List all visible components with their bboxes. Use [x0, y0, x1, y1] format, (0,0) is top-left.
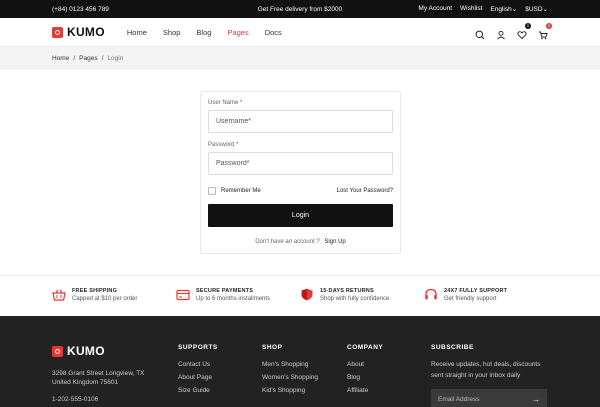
arrow-right-icon[interactable]: →	[532, 395, 540, 404]
nav-shop[interactable]: Shop	[163, 28, 181, 37]
feature-subtitle: Up to 6 months installments	[196, 295, 271, 302]
footer-column-title: SHOP	[262, 344, 283, 351]
chevron-down-icon: ⌄	[542, 6, 548, 13]
logo-text: KUMO	[67, 25, 105, 39]
nav-docs[interactable]: Docs	[265, 28, 282, 37]
username-input[interactable]	[208, 110, 393, 133]
language-value: English	[490, 6, 512, 13]
feature-subtitle: Shop with fully confidence	[320, 295, 390, 302]
footer-link[interactable]: Size Guide	[178, 387, 262, 394]
my-account-link[interactable]: My Account	[418, 5, 452, 13]
login-button[interactable]: Login	[208, 204, 393, 227]
top-bar: (+84) 0123 456 789 Get Free delivery fro…	[0, 0, 600, 18]
footer-link[interactable]: About Page	[178, 374, 262, 381]
breadcrumb-pages[interactable]: Pages	[79, 55, 97, 62]
feature-title: 24X7 FULLY SUPPORT	[444, 287, 508, 294]
nav-pages[interactable]: Pages	[227, 28, 248, 37]
footer-link[interactable]: Affiliate	[347, 387, 431, 394]
remember-checkbox[interactable]	[208, 187, 216, 195]
footer-link[interactable]: About	[347, 361, 431, 368]
breadcrumb: Home / Pages / Login	[0, 47, 600, 70]
footer-phone: 1-202-555-0106	[52, 396, 99, 403]
feature-subtitle: Get friendly support	[444, 295, 497, 302]
subscribe-text-line1: Receive updates, hot deals, discounts	[431, 361, 541, 368]
credit-card-icon	[176, 289, 190, 300]
remember-label[interactable]: Remember Me	[221, 188, 261, 194]
password-input[interactable]	[208, 152, 393, 175]
nav-home[interactable]: Home	[127, 28, 147, 37]
logo-text: KUMO	[67, 344, 105, 358]
footer-subscribe: SUBSCRIBE Receive updates, hot deals, di…	[431, 344, 548, 407]
feature-title: 15-DAYS RETURNS	[320, 287, 374, 294]
footer-shop: SHOP Men's Shopping Women's Shopping Kid…	[262, 344, 347, 407]
email-input[interactable]: Email Address →	[431, 389, 547, 407]
footer: KUMO 3298 Grant Street Longview, TX Unit…	[0, 316, 600, 407]
footer-logo[interactable]: KUMO	[52, 344, 178, 358]
heart-icon[interactable]: 0	[517, 23, 531, 40]
main-header: KUMO Home Shop Blog Pages Docs 0 0	[0, 18, 600, 47]
breadcrumb-current: Login	[107, 55, 124, 62]
chevron-down-icon: ⌄	[511, 6, 518, 13]
footer-address-line2: United Kingdom 75601	[52, 379, 119, 386]
login-section: User Name * Password * Remember Me Lost …	[0, 70, 600, 275]
password-label: Password *	[208, 142, 239, 148]
language-select[interactable]: English⌄	[490, 5, 517, 13]
no-account-text: Don't have an account ?	[255, 239, 320, 245]
feature-title: SECURE PAYMENTS	[196, 287, 254, 294]
shopping-basket-icon	[52, 289, 66, 301]
feature-free-shipping: FREE SHIPPING Capped at $10 per order	[52, 288, 176, 302]
footer-brand: KUMO 3298 Grant Street Longview, TX Unit…	[52, 344, 178, 407]
lost-password-link[interactable]: Lost Your Password?	[337, 188, 393, 194]
footer-link[interactable]: Women's Shopping	[262, 374, 347, 381]
features-strip: FREE SHIPPING Capped at $10 per order SEC…	[0, 275, 600, 313]
headphones-icon	[425, 288, 437, 300]
footer-column-title: COMPANY	[347, 344, 384, 351]
cart-count-badge: 0	[546, 23, 552, 29]
footer-link[interactable]: Kid's Shopping	[262, 387, 347, 394]
footer-address-line1: 3298 Grant Street Longview, TX	[52, 370, 145, 377]
footer-link[interactable]: Men's Shopping	[262, 361, 347, 368]
breadcrumb-separator: /	[101, 55, 104, 62]
feature-returns: 15-DAYS RETURNS Shop with fully confidenc…	[300, 288, 424, 302]
currency-select[interactable]: $USD⌄	[525, 5, 548, 13]
logo-icon	[52, 26, 63, 38]
email-placeholder: Email Address	[438, 395, 480, 403]
footer-company: COMPANY About Blog Affiliate	[347, 344, 431, 407]
feature-secure-payments: SECURE PAYMENTS Up to 6 months installmen…	[176, 288, 300, 302]
subscribe-text-line2: sent straight in your inbox daily	[431, 372, 521, 379]
footer-link[interactable]: Blog	[347, 374, 431, 381]
breadcrumb-home[interactable]: Home	[52, 55, 69, 62]
sign-up-link[interactable]: Sign Up	[324, 239, 345, 245]
footer-supports: SUPPORTS Contact Us About Page Size Guid…	[178, 344, 262, 407]
logo[interactable]: KUMO	[52, 25, 105, 39]
footer-column-title: SUPPORTS	[178, 344, 218, 351]
breadcrumb-separator: /	[73, 55, 76, 62]
wishlist-count-badge: 0	[525, 23, 531, 29]
shield-icon	[301, 288, 313, 301]
user-icon[interactable]	[496, 27, 506, 40]
feature-subtitle: Capped at $10 per order	[72, 295, 138, 302]
username-label: User Name *	[208, 100, 243, 106]
cart-icon[interactable]: 0	[538, 23, 552, 40]
footer-column-title: SUBSCRIBE	[431, 344, 474, 351]
footer-link[interactable]: Contact Us	[178, 361, 262, 368]
search-icon[interactable]	[475, 27, 485, 40]
wishlist-link[interactable]: Wishlist	[460, 5, 482, 13]
feature-title: FREE SHIPPING	[72, 287, 118, 294]
nav-blog[interactable]: Blog	[196, 28, 211, 37]
phone-number: (+84) 0123 456 789	[52, 5, 109, 13]
logo-icon	[52, 345, 63, 357]
login-form: User Name * Password * Remember Me Lost …	[200, 91, 401, 254]
feature-support: 24X7 FULLY SUPPORT Get friendly support	[424, 288, 548, 302]
main-nav: Home Shop Blog Pages Docs	[127, 28, 282, 37]
currency-value: $USD	[525, 6, 543, 13]
